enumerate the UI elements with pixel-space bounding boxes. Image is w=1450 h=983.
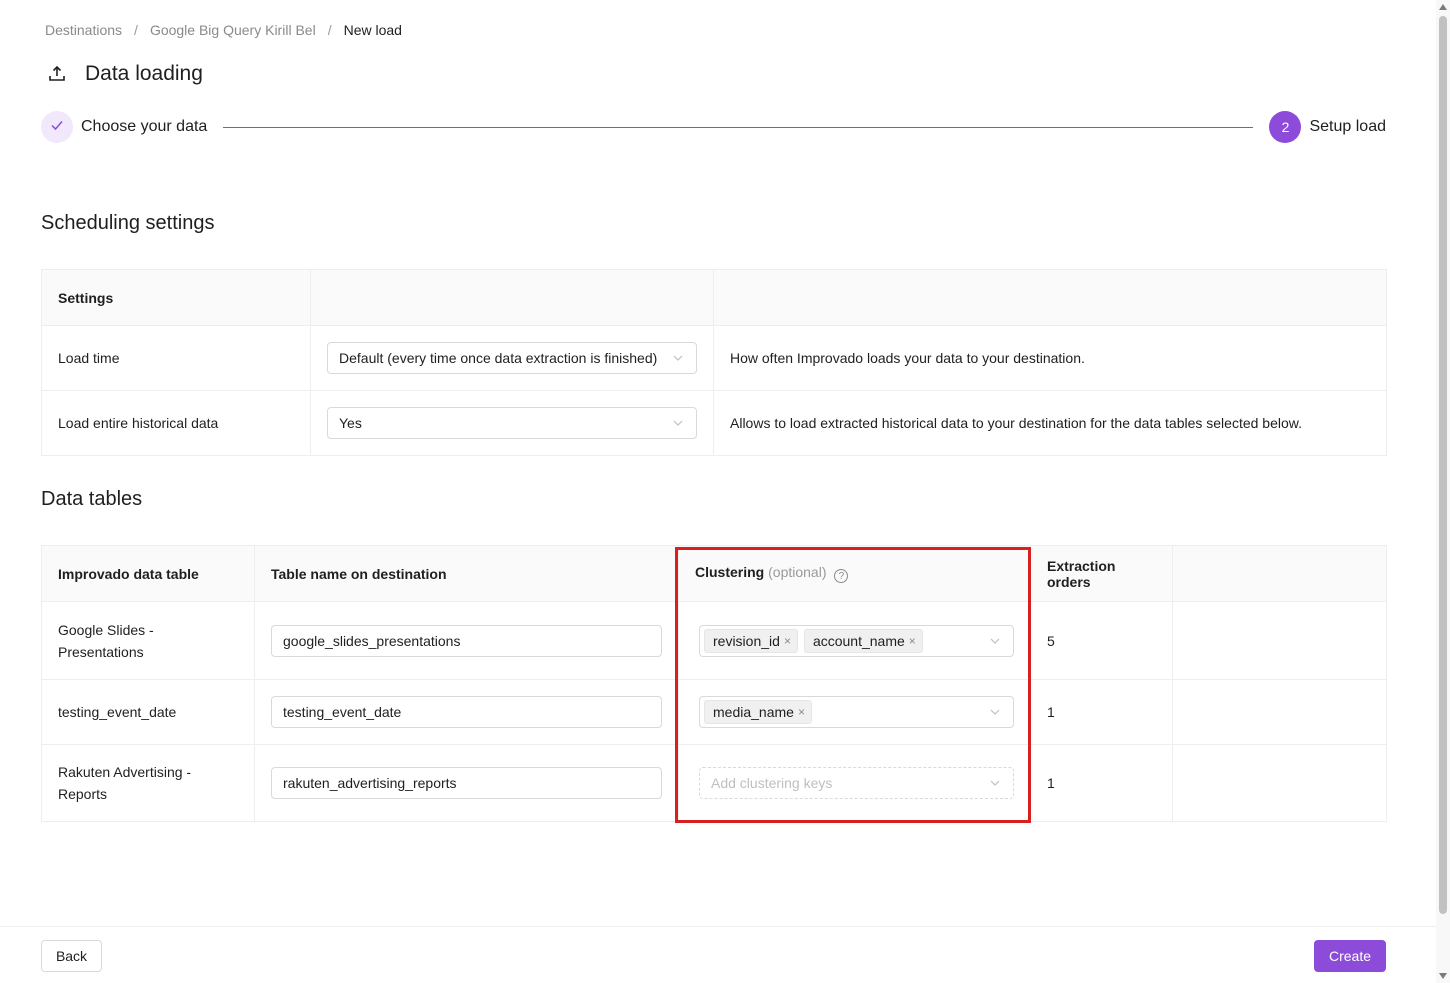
step-2-number: 2 bbox=[1281, 119, 1290, 135]
step-2-circle: 2 bbox=[1269, 111, 1302, 143]
historical-data-value: Yes bbox=[339, 415, 362, 431]
extraction-orders-cell: 1 bbox=[1030, 744, 1173, 822]
breadcrumb-separator: / bbox=[327, 22, 332, 38]
settings-row-load-time: Load time Default (every time once data … bbox=[41, 325, 1387, 391]
destination-table-input[interactable] bbox=[271, 696, 662, 728]
page-header: Data loading bbox=[45, 60, 203, 88]
load-time-select[interactable]: Default (every time once data extraction… bbox=[327, 342, 697, 374]
data-tables-section-title: Data tables bbox=[41, 488, 143, 510]
clustering-placeholder: Add clustering keys bbox=[711, 775, 833, 791]
clustering-select[interactable]: Add clustering keys bbox=[699, 767, 1014, 799]
close-icon[interactable]: × bbox=[784, 635, 791, 647]
clustering-tags: media_name × bbox=[704, 700, 980, 724]
data-tables-table: Improvado data table Table name on desti… bbox=[41, 545, 1387, 822]
help-icon[interactable]: ? bbox=[834, 569, 849, 584]
setting-label: Load time bbox=[41, 325, 311, 391]
chevron-down-icon bbox=[671, 351, 685, 365]
clustering-tag: revision_id × bbox=[704, 628, 798, 653]
header-empty bbox=[1172, 545, 1387, 602]
setting-control-cell: Yes bbox=[310, 390, 714, 456]
clustering-optional-label: (optional) bbox=[768, 563, 827, 580]
empty-cell bbox=[1172, 679, 1387, 745]
table-name-cell: Google Slides - Presentations bbox=[41, 601, 255, 680]
scroll-down-arrow-icon[interactable] bbox=[1439, 973, 1447, 979]
breadcrumb-current: New load bbox=[343, 22, 402, 38]
setting-description: How often Improvado loads your data to y… bbox=[713, 325, 1387, 391]
tag-label: revision_id bbox=[713, 632, 780, 649]
setting-description: Allows to load extracted historical data… bbox=[713, 390, 1387, 456]
upload-icon bbox=[45, 62, 69, 86]
clustering-tag: media_name × bbox=[704, 700, 812, 724]
step-1-label[interactable]: Choose your data bbox=[81, 118, 207, 136]
step-1-circle[interactable] bbox=[41, 111, 73, 143]
empty-cell bbox=[1172, 601, 1387, 680]
close-icon[interactable]: × bbox=[798, 706, 805, 718]
breadcrumb-destinations[interactable]: Destinations bbox=[45, 22, 122, 38]
data-tables-header-row: Improvado data table Table name on desti… bbox=[41, 545, 1387, 602]
back-button[interactable]: Back bbox=[41, 940, 102, 972]
empty-cell bbox=[1172, 744, 1387, 822]
table-row: Rakuten Advertising - Reports Add cluste… bbox=[41, 744, 1387, 822]
table-name-line: Google Slides - bbox=[58, 621, 154, 638]
table-row: testing_event_date media_name × 1 bbox=[41, 679, 1387, 745]
historical-data-select[interactable]: Yes bbox=[327, 407, 697, 439]
column-header-table: Improvado data table bbox=[41, 545, 255, 602]
clustering-cell: media_name × bbox=[678, 679, 1031, 745]
settings-row-historical: Load entire historical data Yes Allows t… bbox=[41, 390, 1387, 456]
breadcrumb: Destinations / Google Big Query Kirill B… bbox=[45, 22, 402, 38]
create-button[interactable]: Create bbox=[1314, 940, 1386, 972]
page-title: Data loading bbox=[85, 62, 203, 85]
scroll-up-arrow-icon[interactable] bbox=[1439, 4, 1447, 10]
header-empty bbox=[310, 269, 714, 326]
stepper: Choose your data 2 Setup load bbox=[41, 111, 1386, 143]
step-connector bbox=[223, 126, 1254, 128]
scheduling-header-row: Settings bbox=[41, 269, 1387, 326]
settings-header: Settings bbox=[41, 269, 311, 326]
clustering-cell: revision_id × account_name × bbox=[678, 601, 1031, 680]
scheduling-table: Settings Load time Default (every time o… bbox=[41, 269, 1387, 456]
destination-table-input[interactable] bbox=[271, 624, 662, 657]
destination-table-input[interactable] bbox=[271, 767, 662, 799]
clustering-cell: Add clustering keys bbox=[678, 744, 1031, 822]
breadcrumb-destination-name[interactable]: Google Big Query Kirill Bel bbox=[150, 22, 316, 38]
column-header-clustering: Clustering (optional) ? bbox=[678, 545, 1031, 602]
table-name-line: Reports bbox=[58, 786, 108, 802]
chevron-down-icon bbox=[988, 705, 1002, 719]
extraction-orders-cell: 5 bbox=[1030, 601, 1173, 680]
close-icon[interactable]: × bbox=[909, 635, 916, 647]
chevron-down-icon bbox=[988, 776, 1002, 790]
table-name-cell: Rakuten Advertising - Reports bbox=[41, 744, 255, 822]
column-header-destination: Table name on destination bbox=[254, 545, 679, 602]
clustering-tags: revision_id × account_name × bbox=[704, 628, 980, 653]
table-name-line: Presentations bbox=[58, 643, 144, 660]
destination-cell bbox=[254, 744, 679, 822]
step-2-label: Setup load bbox=[1309, 118, 1386, 135]
check-icon bbox=[50, 118, 64, 137]
tag-label: account_name bbox=[812, 632, 905, 649]
chevron-down-icon bbox=[671, 416, 685, 430]
destination-cell bbox=[254, 679, 679, 745]
table-name-cell: testing_event_date bbox=[41, 679, 255, 745]
column-header-orders: Extraction orders bbox=[1030, 545, 1173, 602]
scrollbar[interactable] bbox=[1436, 0, 1450, 983]
clustering-select[interactable]: media_name × bbox=[699, 696, 1014, 728]
clustering-header-label: Clustering bbox=[695, 563, 765, 580]
destination-cell bbox=[254, 601, 679, 680]
scheduling-section-title: Scheduling settings bbox=[41, 212, 215, 234]
table-row: Google Slides - Presentations revision_i… bbox=[41, 601, 1387, 680]
clustering-tag: account_name × bbox=[803, 628, 923, 653]
table-name-line: Rakuten Advertising - bbox=[58, 764, 192, 780]
chevron-down-icon bbox=[988, 634, 1002, 648]
footer: Back Create bbox=[0, 926, 1436, 983]
setting-label: Load entire historical data bbox=[41, 390, 311, 456]
scrollbar-thumb[interactable] bbox=[1439, 16, 1447, 914]
load-time-value: Default (every time once data extraction… bbox=[339, 350, 658, 366]
setting-control-cell: Default (every time once data extraction… bbox=[310, 325, 714, 391]
breadcrumb-separator: / bbox=[134, 22, 138, 38]
clustering-select[interactable]: revision_id × account_name × bbox=[699, 624, 1014, 657]
tag-label: media_name bbox=[713, 704, 794, 720]
header-empty bbox=[713, 269, 1387, 326]
extraction-orders-cell: 1 bbox=[1030, 679, 1173, 745]
